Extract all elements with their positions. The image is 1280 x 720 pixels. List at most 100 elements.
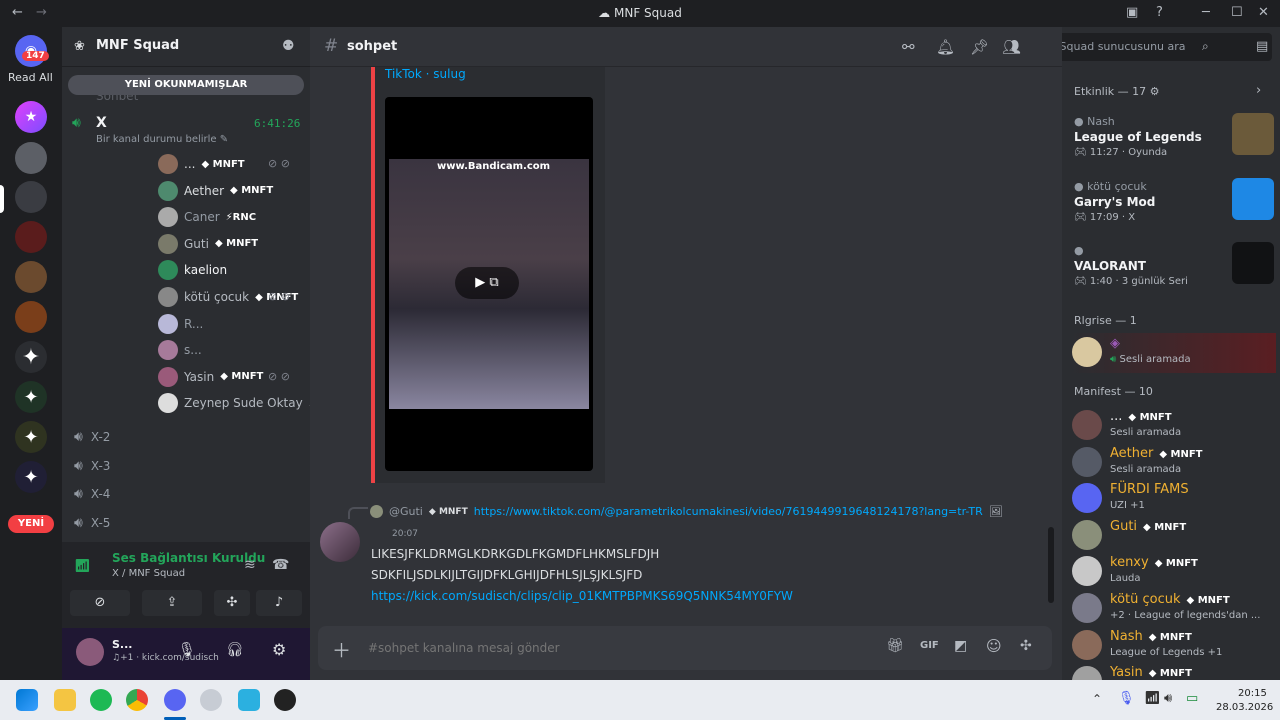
sticker-icon[interactable]: ◩ xyxy=(954,638,967,654)
avatar[interactable] xyxy=(76,638,104,666)
voice-channel[interactable]: 🔊︎ X-3 xyxy=(74,458,110,474)
play-button[interactable]: ▶ ⧉ xyxy=(455,267,519,299)
channel-status-prompt[interactable]: Bir kanal durumu belirle ✎ xyxy=(96,134,228,145)
scrollbar-thumb[interactable] xyxy=(1048,527,1054,603)
member-item[interactable]: Yasin ◆ MNFT xyxy=(1072,662,1276,680)
search-box[interactable]: MNF Squad sunucusunu ara ⌕ xyxy=(1062,33,1272,61)
sparkle-server-icon[interactable]: ✦ xyxy=(15,341,47,373)
camera-off-button[interactable]: ⊘ xyxy=(70,590,130,616)
settings-gear-icon[interactable]: ⚙ xyxy=(272,640,286,659)
inbox-icon[interactable]: ▣ xyxy=(1126,5,1138,20)
spotify-icon[interactable] xyxy=(90,689,112,711)
disconnect-icon[interactable]: ☎ xyxy=(272,557,289,573)
member-item[interactable]: kötü çocuk ◆ MNFT +2 · League of legends'd… xyxy=(1072,589,1276,629)
activity-header[interactable]: Etkinlik — 17 ⚙ xyxy=(1074,85,1160,98)
reply-link[interactable]: https://www.tiktok.com/@parametrikolcuma… xyxy=(474,505,983,518)
emoji-icon[interactable]: ☺ xyxy=(986,637,1002,655)
clock-date[interactable]: 28.03.2026 xyxy=(1216,702,1273,713)
voice-connected-subtitle[interactable]: X / MNF Squad xyxy=(112,568,185,579)
read-all-button[interactable]: Read All xyxy=(8,71,53,84)
message-link[interactable]: https://kick.com/sudisch/clips/clip_01KM… xyxy=(371,586,793,607)
battery-icon[interactable]: ▭ xyxy=(1186,691,1198,706)
threads-icon[interactable]: ⚯ xyxy=(902,38,915,56)
sparkle-server-icon[interactable]: ✦ xyxy=(15,421,47,453)
activity-card[interactable]: ● Nash League of Legends 🎮︎ 11:27 · Oyunda xyxy=(1070,109,1274,167)
headphones-icon[interactable]: 🎧︎ xyxy=(226,642,244,658)
video-player[interactable]: www.Bandicam.com ▶ ⧉ xyxy=(385,97,593,471)
voice-user[interactable]: Aether ◆ MNFT xyxy=(158,180,273,201)
member-item[interactable]: ◈ 🔊︎ Sesli aramada xyxy=(1072,333,1276,373)
sparkle-server-icon[interactable]: ✦ xyxy=(15,461,47,493)
member-item[interactable]: Guti ◆ MNFT xyxy=(1072,516,1276,556)
sparkle-server-icon[interactable]: ✦ xyxy=(15,381,47,413)
screen-share-button[interactable]: ⇪ xyxy=(142,590,202,616)
apps-icon[interactable]: ✣ xyxy=(1020,638,1032,654)
voice-channel[interactable]: 🔊︎ X-2 xyxy=(74,429,110,445)
server-header[interactable]: ❀ MNF Squad ⌄ ⚉ xyxy=(62,27,310,67)
windows-start-icon[interactable] xyxy=(16,689,38,711)
member-item[interactable]: ... ◆ MNFT Sesli aramada xyxy=(1072,406,1276,446)
inbox-icon[interactable]: ▤ xyxy=(1256,39,1268,54)
voice-user[interactable]: Yasin ◆ MNFT xyxy=(158,366,263,387)
new-pill[interactable]: YENİ xyxy=(8,515,54,533)
member-item[interactable]: kenxy ◆ MNFT Lauda xyxy=(1072,552,1276,592)
member-item[interactable]: FÜRDI FAMS UZI +1 xyxy=(1072,479,1276,519)
voice-user-name: s... xyxy=(184,343,202,358)
chevron-up-icon[interactable]: ⌃ xyxy=(1092,692,1102,706)
voice-user[interactable]: Zeynep Sude Oktay⚡RNC xyxy=(158,393,310,414)
voice-channel-x[interactable]: X xyxy=(96,115,107,131)
volume-icon[interactable]: 🔊︎ xyxy=(1164,691,1172,706)
activity-card[interactable]: ● kötü çocuk Garry's Mod 🎮︎ 17:09 · X xyxy=(1070,174,1274,232)
chrome-icon[interactable] xyxy=(126,689,148,711)
avatar xyxy=(158,207,178,228)
voice-channel[interactable]: 🔊︎ X-4 xyxy=(74,486,110,502)
voice-user[interactable]: Guti ◆ MNFT xyxy=(158,233,258,254)
help-icon[interactable]: ? xyxy=(1156,5,1163,20)
new-unreads-bar[interactable]: YENİ OKUNMAMIŞLAR xyxy=(68,75,304,95)
member-item[interactable]: Aether ◆ MNFT Sesli aramada xyxy=(1072,443,1276,483)
minimize-icon[interactable]: ─ xyxy=(1202,5,1210,20)
server-icon-1[interactable]: ★ xyxy=(15,101,47,133)
file-explorer-icon[interactable] xyxy=(54,689,76,711)
clock-time[interactable]: 20:15 xyxy=(1238,688,1267,699)
microphone-icon[interactable]: 🎙︎ xyxy=(178,642,196,658)
noise-suppression-icon[interactable]: ≋ xyxy=(244,557,256,573)
avatar[interactable] xyxy=(320,522,360,562)
activity-card[interactable]: ● VALORANT 🎮︎ 1:40 · 3 günlük Seri xyxy=(1070,238,1274,296)
message-input[interactable] xyxy=(368,636,808,660)
maximize-icon[interactable]: ☐ xyxy=(1231,5,1243,20)
wifi-icon[interactable]: 📶︎ xyxy=(1144,691,1161,706)
microphone-icon[interactable]: 🎙︎ xyxy=(1118,691,1135,706)
member-list-icon[interactable]: 👥︎ xyxy=(1002,38,1021,56)
bell-icon[interactable]: 🔔︎ xyxy=(936,38,955,56)
plus-icon[interactable]: ＋ xyxy=(332,636,351,663)
close-icon[interactable]: ✕ xyxy=(1258,5,1269,20)
server-tag-badge: ⚡RNC xyxy=(225,211,257,223)
app-icon[interactable] xyxy=(238,689,260,711)
invite-people-icon[interactable]: ⚉ xyxy=(282,38,295,54)
obs-icon[interactable] xyxy=(274,689,296,711)
voice-user[interactable]: Caner ⚡RNC xyxy=(158,207,257,228)
soundboard-button[interactable]: ♪ xyxy=(256,590,302,616)
server-icon-4[interactable] xyxy=(15,261,47,293)
voice-user[interactable]: ... ◆ MNFT xyxy=(158,154,245,174)
activities-button[interactable]: ✣ xyxy=(214,590,250,616)
server-icon-mnf[interactable] xyxy=(15,181,47,213)
member-name: FÜRDI FAMS xyxy=(1110,482,1189,497)
pin-icon[interactable]: 📌︎ xyxy=(970,38,989,56)
app-icon[interactable] xyxy=(200,689,222,711)
member-item[interactable]: Nash ◆ MNFT League of Legends +1 xyxy=(1072,626,1276,666)
gif-icon[interactable]: GIF xyxy=(920,640,939,651)
voice-user[interactable]: R... xyxy=(158,313,203,334)
voice-user[interactable]: kaelion xyxy=(158,260,227,281)
chevron-right-icon[interactable]: › xyxy=(1256,83,1261,98)
discord-icon[interactable] xyxy=(164,689,186,711)
server-icon-3[interactable] xyxy=(15,221,47,253)
embed-provider[interactable]: TikTok · sulug xyxy=(385,67,466,81)
gift-icon[interactable]: 🎁︎ xyxy=(886,638,904,654)
voice-user[interactable]: s... xyxy=(158,340,202,361)
server-icon-2[interactable] xyxy=(15,142,47,174)
reply-preview[interactable]: @Guti ◆ MNFT https://www.tiktok.com/@par… xyxy=(370,505,1003,518)
voice-channel[interactable]: 🔊︎ X-5 xyxy=(74,515,110,531)
server-icon-5[interactable] xyxy=(15,301,47,333)
